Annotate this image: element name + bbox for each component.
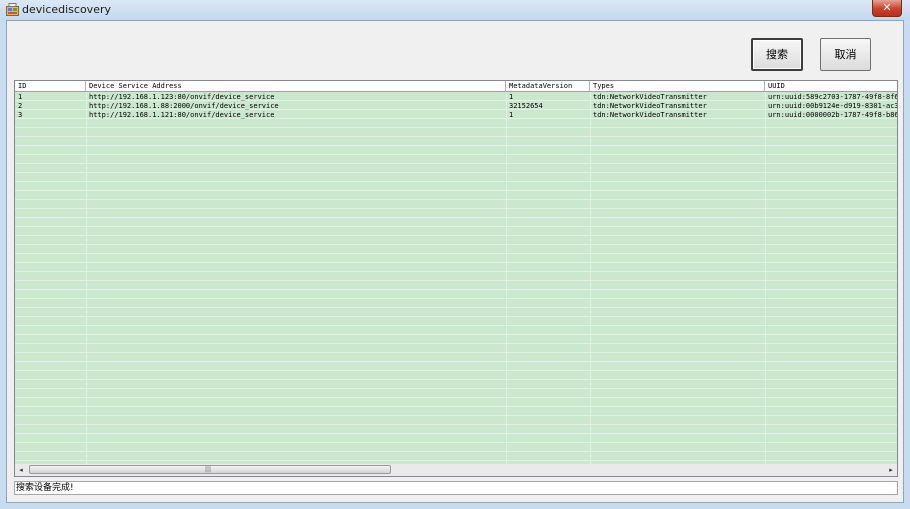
column-divider [765,92,766,464]
cell-id: 3 [18,111,23,119]
table-row[interactable]: 3 http://192.168.1.121:80/onvif/device_s… [15,111,898,120]
app-icon [6,3,19,16]
cell-metadata-version: 1 [509,111,514,119]
cell-id: 1 [18,93,23,101]
grip-icon: ||| [205,466,212,473]
table-row[interactable]: 1 http://192.168.1.123:80/onvif/device_s… [15,93,898,102]
cell-address: http://192.168.1.88:2000/onvif/device_se… [89,102,279,110]
column-header-types[interactable]: Types [590,81,765,92]
cell-metadata-version: 32152654 [509,102,543,110]
cell-id: 2 [18,102,23,110]
scroll-right-icon[interactable]: ▸ [885,464,897,476]
status-bar: 搜索设备完成! [14,481,898,495]
column-header-metadata-version[interactable]: MetadataVersion [506,81,590,92]
client-area: 搜索 取消 ID Device Service Address Metadata… [6,20,904,503]
cell-types: tdn:NetworkVideoTransmitter [593,93,707,101]
device-list[interactable]: ID Device Service Address MetadataVersio… [14,80,898,477]
cell-address: http://192.168.1.121:80/onvif/device_ser… [89,111,275,119]
cell-uuid: urn:uuid:589c2703-1787-49f8-8f6 [768,93,898,101]
cell-uuid: urn:uuid:00b9124e-d919-8301-ac3 [768,102,898,110]
column-header-address[interactable]: Device Service Address [86,81,506,92]
cancel-button[interactable]: 取消 [820,38,871,71]
cell-metadata-version: 1 [509,93,514,101]
list-body: 1 http://192.168.1.123:80/onvif/device_s… [15,92,898,464]
title-bar[interactable]: devicediscovery ✕ [0,0,910,20]
cell-types: tdn:NetworkVideoTransmitter [593,111,707,119]
column-divider [506,92,507,464]
cell-address: http://192.168.1.123:80/onvif/device_ser… [89,93,275,101]
cell-uuid: urn:uuid:0000002b-1787-49f8-b86 [768,111,898,119]
devicediscovery-window: devicediscovery ✕ 搜索 取消 ID Device Servic… [0,0,910,509]
scrollbar-thumb[interactable]: ||| [29,465,391,474]
column-header-uuid[interactable]: UUID [765,81,897,92]
close-icon: ✕ [882,1,892,14]
list-header: ID Device Service Address MetadataVersio… [15,81,897,92]
column-divider [590,92,591,464]
close-button[interactable]: ✕ [872,0,902,17]
horizontal-scrollbar[interactable]: ◂ ||| ▸ [15,464,897,476]
table-row[interactable]: 2 http://192.168.1.88:2000/onvif/device_… [15,102,898,111]
scroll-left-icon[interactable]: ◂ [15,464,27,476]
cell-types: tdn:NetworkVideoTransmitter [593,102,707,110]
column-divider [86,92,87,464]
column-header-id[interactable]: ID [15,81,86,92]
status-text: 搜索设备完成! [16,483,74,493]
search-button[interactable]: 搜索 [751,38,803,71]
window-title: devicediscovery [22,3,111,16]
